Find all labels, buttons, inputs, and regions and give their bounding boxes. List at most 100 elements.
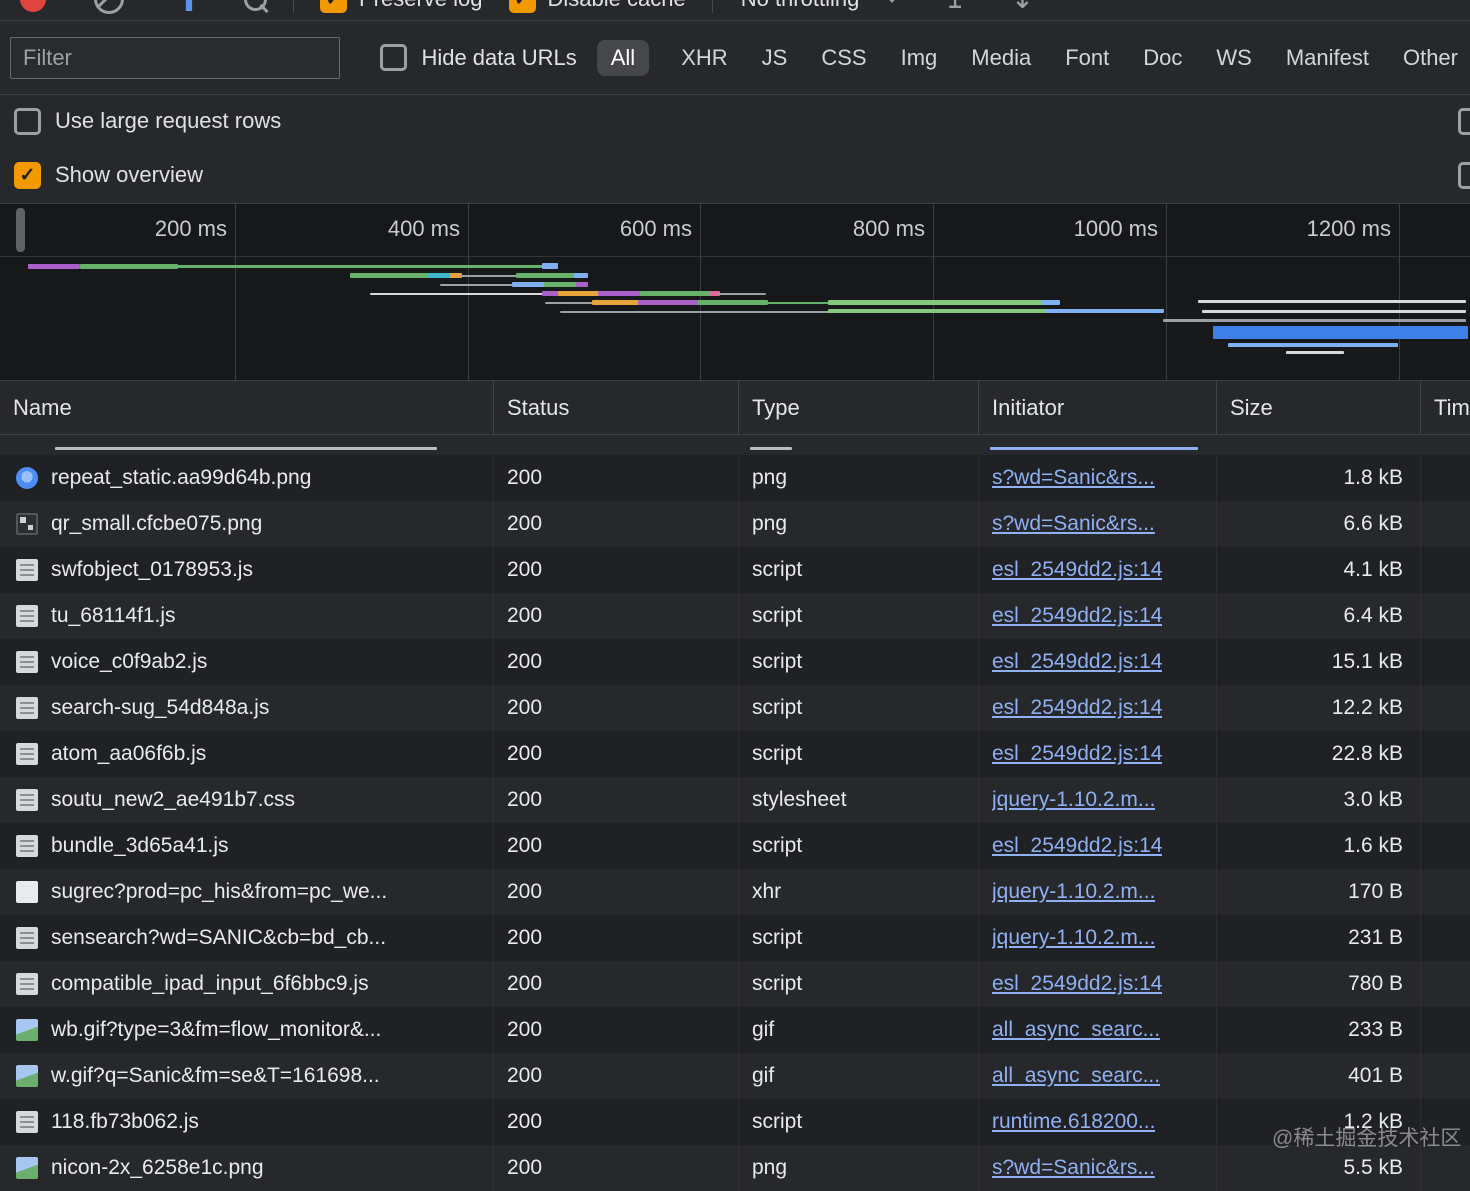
overview-scroll-handle[interactable] bbox=[16, 208, 25, 252]
network-request-row[interactable]: qr_small.cfcbe075.png 200 png s?wd=Sanic… bbox=[0, 501, 1470, 547]
column-header-name[interactable]: Name bbox=[0, 381, 493, 434]
initiator-link[interactable]: s?wd=Sanic&rs... bbox=[992, 512, 1155, 536]
request-type: script bbox=[738, 593, 978, 639]
filter-pill-css[interactable]: CSS bbox=[819, 40, 868, 76]
hide-data-urls-checkbox[interactable] bbox=[380, 44, 408, 71]
initiator-link[interactable]: all_async_searc... bbox=[992, 1064, 1160, 1088]
search-icon[interactable] bbox=[244, 0, 267, 11]
initiator-link[interactable]: esl_2549dd2.js:14 bbox=[992, 650, 1162, 674]
cutoff-checkbox[interactable] bbox=[1458, 162, 1470, 189]
filter-pill-manifest[interactable]: Manifest bbox=[1284, 40, 1371, 76]
waterfall-bar bbox=[576, 282, 588, 287]
waterfall-bar bbox=[80, 264, 178, 269]
filter-input[interactable] bbox=[10, 36, 341, 79]
network-request-row[interactable]: soutu_new2_ae491b7.css 200 stylesheet jq… bbox=[0, 777, 1470, 823]
initiator-link[interactable]: esl_2549dd2.js:14 bbox=[992, 604, 1162, 628]
use-large-request-rows-checkbox[interactable] bbox=[14, 107, 41, 135]
initiator-link[interactable]: esl_2549dd2.js:14 bbox=[992, 696, 1162, 720]
file-type-icon bbox=[16, 743, 38, 765]
network-request-row[interactable]: bundle_3d65a41.js 200 script esl_2549dd2… bbox=[0, 823, 1470, 869]
filter-pill-xhr[interactable]: XHR bbox=[679, 40, 729, 76]
filter-pill-font[interactable]: Font bbox=[1063, 40, 1111, 76]
file-type-icon bbox=[16, 1019, 38, 1041]
waterfall-bar bbox=[698, 300, 768, 305]
column-header-initiator[interactable]: Initiator bbox=[978, 381, 1216, 434]
export-har-icon[interactable]: ↧ bbox=[1011, 0, 1034, 13]
initiator-link[interactable]: runtime.618200... bbox=[992, 1110, 1155, 1134]
network-request-row[interactable]: wb.gif?type=3&fm=flow_monitor&... 200 gi… bbox=[0, 1007, 1470, 1053]
network-request-row[interactable]: search-sug_54d848a.js 200 script esl_254… bbox=[0, 685, 1470, 731]
preserve-log-checkbox[interactable] bbox=[320, 0, 347, 13]
request-time bbox=[1420, 1007, 1470, 1053]
clipped-row[interactable] bbox=[0, 435, 1470, 455]
request-name: bundle_3d65a41.js bbox=[51, 834, 229, 857]
waterfall-bar bbox=[1213, 326, 1468, 339]
file-type-icon bbox=[16, 1065, 38, 1087]
waterfall-bar bbox=[598, 291, 642, 296]
column-header-size[interactable]: Size bbox=[1216, 381, 1420, 434]
network-request-row[interactable]: w.gif?q=Sanic&fm=se&T=161698... 200 gif … bbox=[0, 1053, 1470, 1099]
overview-gridline bbox=[1399, 204, 1400, 380]
filter-pill-doc[interactable]: Doc bbox=[1141, 40, 1184, 76]
filter-pill-other[interactable]: Other bbox=[1401, 40, 1460, 76]
initiator-link[interactable]: esl_2549dd2.js:14 bbox=[992, 972, 1162, 996]
initiator-link[interactable]: s?wd=Sanic&rs... bbox=[992, 466, 1155, 490]
request-size: 22.8 kB bbox=[1216, 731, 1420, 777]
request-status: 200 bbox=[493, 915, 738, 961]
request-type: script bbox=[738, 961, 978, 1007]
filter-pill-all[interactable]: All bbox=[596, 39, 650, 76]
filter-toggle-icon[interactable] bbox=[176, 0, 202, 11]
filter-pill-js[interactable]: JS bbox=[760, 40, 790, 76]
waterfall-bar bbox=[560, 311, 830, 313]
overview-tick-label: 400 ms bbox=[387, 216, 460, 241]
request-size: 4.1 kB bbox=[1216, 547, 1420, 593]
filter-pill-ws[interactable]: WS bbox=[1214, 40, 1253, 76]
overview[interactable]: 200 ms 400 ms 600 ms 800 ms 1000 ms 1200 ms bbox=[0, 203, 1470, 381]
initiator-link[interactable]: all_async_searc... bbox=[992, 1018, 1160, 1042]
throttling-dropdown[interactable]: No throttling bbox=[741, 0, 900, 12]
request-status: 200 bbox=[493, 593, 738, 639]
initiator-link[interactable]: jquery-1.10.2.m... bbox=[992, 788, 1155, 812]
filter-pill-img[interactable]: Img bbox=[899, 40, 940, 76]
initiator-link[interactable]: s?wd=Sanic&rs... bbox=[992, 1156, 1155, 1180]
request-type: script bbox=[738, 639, 978, 685]
request-time bbox=[1420, 639, 1470, 685]
disable-cache-checkbox[interactable] bbox=[508, 0, 536, 13]
network-request-row[interactable]: repeat_static.aa99d64b.png 200 png s?wd=… bbox=[0, 455, 1470, 501]
record-button[interactable] bbox=[20, 0, 46, 12]
clear-icon[interactable] bbox=[94, 0, 124, 14]
request-name: tu_68114f1.js bbox=[51, 604, 176, 627]
cutoff-checkbox[interactable] bbox=[1458, 108, 1470, 135]
request-size: 6.6 kB bbox=[1216, 501, 1420, 547]
column-header-tim[interactable]: Tim bbox=[1420, 381, 1470, 434]
request-name-cell: nicon-2x_6258e1c.png bbox=[0, 1145, 493, 1191]
network-request-row[interactable]: nicon-2x_6258e1c.png 200 png s?wd=Sanic&… bbox=[0, 1145, 1470, 1191]
initiator-link[interactable]: esl_2549dd2.js:14 bbox=[992, 742, 1162, 766]
network-request-row[interactable]: tu_68114f1.js 200 script esl_2549dd2.js:… bbox=[0, 593, 1470, 639]
show-overview-checkbox[interactable] bbox=[14, 161, 41, 189]
network-request-row[interactable]: voice_c0f9ab2.js 200 script esl_2549dd2.… bbox=[0, 639, 1470, 685]
network-request-row[interactable]: sensearch?wd=SANIC&cb=bd_cb... 200 scrip… bbox=[0, 915, 1470, 961]
file-type-icon bbox=[16, 1157, 38, 1179]
request-initiator-cell: esl_2549dd2.js:14 bbox=[978, 823, 1216, 869]
clipped-type-text bbox=[750, 447, 792, 450]
request-type: script bbox=[738, 547, 978, 593]
initiator-link[interactable]: jquery-1.10.2.m... bbox=[992, 926, 1155, 950]
request-size: 1.8 kB bbox=[1216, 455, 1420, 501]
request-time bbox=[1420, 1099, 1470, 1145]
filter-pill-media[interactable]: Media bbox=[969, 40, 1033, 76]
network-request-row[interactable]: swfobject_0178953.js 200 script esl_2549… bbox=[0, 547, 1470, 593]
column-header-type[interactable]: Type bbox=[738, 381, 978, 434]
preserve-log-group: Preserve log bbox=[320, 0, 483, 13]
initiator-link[interactable]: esl_2549dd2.js:14 bbox=[992, 558, 1162, 582]
network-request-row[interactable]: 118.fb73b062.js 200 script runtime.61820… bbox=[0, 1099, 1470, 1145]
request-status: 200 bbox=[493, 685, 738, 731]
column-header-status[interactable]: Status bbox=[493, 381, 738, 434]
request-status: 200 bbox=[493, 455, 738, 501]
initiator-link[interactable]: esl_2549dd2.js:14 bbox=[992, 834, 1162, 858]
network-request-row[interactable]: atom_aa06f6b.js 200 script esl_2549dd2.j… bbox=[0, 731, 1470, 777]
initiator-link[interactable]: jquery-1.10.2.m... bbox=[992, 880, 1155, 904]
network-request-row[interactable]: sugrec?prod=pc_his&from=pc_we... 200 xhr… bbox=[0, 869, 1470, 915]
network-request-row[interactable]: compatible_ipad_input_6f6bbc9.js 200 scr… bbox=[0, 961, 1470, 1007]
import-har-icon[interactable]: ↥ bbox=[943, 0, 966, 13]
